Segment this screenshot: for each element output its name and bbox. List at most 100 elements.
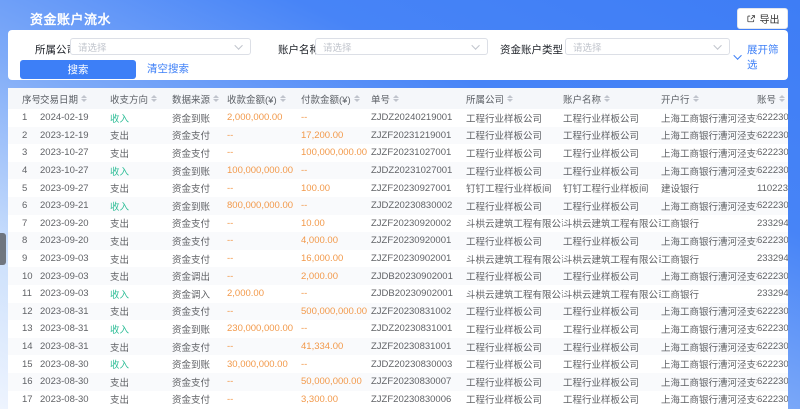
table-row: 12024-02-19收入资金到账2,000,000.00--ZJDZ20240… [8,109,788,127]
sort-icon[interactable] [151,95,157,102]
column-label: 序号 [22,92,40,106]
sort-icon[interactable] [81,95,87,102]
table-row: 132023-08-31收入资金到账230,000,000.00--ZJDZ20… [8,320,788,338]
cell-date: 2023-09-03 [40,250,110,268]
column-label: 开户行 [661,92,690,106]
sort-icon[interactable] [604,95,610,102]
cell-date: 2023-09-20 [40,215,110,233]
cell-date: 2023-09-21 [40,197,110,215]
table-row: 92023-09-03支出资金支付--16,000.00ZJZF20230902… [8,250,788,268]
cell-order: ZJDZ20230830002 [371,197,466,215]
cell-source: 资金支付 [172,232,227,250]
cell-bank: 上海工商银行漕河泾支行 [661,162,757,180]
cell-pay: 50,000,000.00 [301,373,371,391]
column-header-accountNo[interactable]: 账号 [757,88,788,109]
cell-account: 工程行业样板公司 [563,303,661,321]
cell-company: 工程行业样板公司 [466,144,563,162]
cell-date: 2023-10-27 [40,162,110,180]
cell-direction: 收入 [110,320,172,338]
cell-direction: 支出 [110,391,172,409]
filter-panel: 所属公司 请选择 账户名称 请选择 资金账户类型 请选择 展开筛选 搜索 清空搜… [8,30,788,80]
column-label: 收款金额(¥) [227,92,277,106]
cell-source: 资金支付 [172,179,227,197]
account-name-filter-select[interactable]: 请选择 [315,38,488,55]
cell-direction: 收入 [110,285,172,303]
column-header-pay[interactable]: 付款金额(¥) [301,88,371,109]
cell-accountNo: 622230111 [757,267,788,285]
cell-direction: 支出 [110,144,172,162]
column-header-order[interactable]: 单号 [371,88,466,109]
column-header-direction[interactable]: 收支方向 [110,88,172,109]
search-button[interactable]: 搜索 [20,60,136,79]
cell-accountNo: 622230111 [757,338,788,356]
cell-order: ZJDZ20240219001 [371,109,466,127]
cell-seq: 5 [8,179,40,197]
cell-bank: 上海工商银行漕河泾支行 [661,232,757,250]
cell-receive: -- [227,338,301,356]
account-type-filter-label: 资金账户类型 [500,42,563,57]
cell-receive: -- [227,127,301,145]
cell-accountNo: 622230111 [757,162,788,180]
cell-accountNo: 622230111 [757,391,788,409]
cell-order: ZJZF20231219001 [371,127,466,145]
cell-company: 工程行业样板公司 [466,373,563,391]
table-row: 72023-09-20支出资金支付--10.00ZJZF20230920002斗… [8,215,788,233]
column-header-receive[interactable]: 收款金额(¥) [227,88,301,109]
column-header-account[interactable]: 账户名称 [563,88,661,109]
sort-icon[interactable] [779,95,785,102]
cell-accountNo: 110223825 [757,179,788,197]
cell-account: 工程行业样板公司 [563,144,661,162]
cell-account: 工程行业样板公司 [563,391,661,409]
cell-direction: 收入 [110,355,172,373]
cell-bank: 工商银行 [661,250,757,268]
cell-pay: 41,334.00 [301,338,371,356]
cell-account: 工程行业样板公司 [563,162,661,180]
cell-date: 2023-08-30 [40,355,110,373]
cell-date: 2023-12-19 [40,127,110,145]
company-filter-select[interactable]: 请选择 [70,38,251,55]
cell-date: 2023-08-31 [40,303,110,321]
column-header-bank[interactable]: 开户行 [661,88,757,109]
cell-bank: 建设银行 [661,179,757,197]
cell-bank: 上海工商银行漕河泾支行 [661,267,757,285]
cell-account: 工程行业样板公司 [563,320,661,338]
cell-pay: 100,000,000.00 [301,144,371,162]
cell-direction: 支出 [110,232,172,250]
cell-source: 资金支付 [172,215,227,233]
cell-source: 资金调入 [172,285,227,303]
column-header-company[interactable]: 所属公司 [466,88,563,109]
sort-icon[interactable] [393,95,399,102]
sort-icon[interactable] [213,95,219,102]
sort-icon[interactable] [507,95,513,102]
sort-icon[interactable] [354,95,360,102]
account-type-filter-select[interactable]: 请选择 [565,38,730,55]
cell-direction: 支出 [110,250,172,268]
export-button[interactable]: 导出 [737,8,788,29]
table-body: 12024-02-19收入资金到账2,000,000.00--ZJDZ20240… [8,109,788,408]
cell-pay: 2,000.00 [301,267,371,285]
cell-date: 2024-02-19 [40,109,110,127]
export-button-label: 导出 [760,11,780,26]
column-label: 付款金额(¥) [301,92,351,106]
cell-order: ZJZF20230920002 [371,215,466,233]
cell-pay: 16,000.00 [301,250,371,268]
cell-date: 2023-08-30 [40,391,110,409]
sort-icon[interactable] [280,95,286,102]
cell-seq: 2 [8,127,40,145]
cell-company: 钉钉工程行业样板间 [466,179,563,197]
column-label: 收支方向 [110,92,148,106]
cell-direction: 支出 [110,267,172,285]
expand-filters-link[interactable]: 展开筛选 [736,42,788,72]
cell-date: 2023-08-31 [40,338,110,356]
clear-search-button[interactable]: 清空搜索 [147,60,189,79]
column-header-date[interactable]: 交易日期 [40,88,110,109]
cell-receive: 30,000,000.00 [227,355,301,373]
column-header-source[interactable]: 数据来源 [172,88,227,109]
column-label: 所属公司 [466,92,504,106]
cell-pay: -- [301,162,371,180]
cell-seq: 9 [8,250,40,268]
cell-order: ZJDZ20230831001 [371,320,466,338]
cell-seq: 15 [8,355,40,373]
sort-icon[interactable] [693,95,699,102]
cell-account: 工程行业样板公司 [563,373,661,391]
